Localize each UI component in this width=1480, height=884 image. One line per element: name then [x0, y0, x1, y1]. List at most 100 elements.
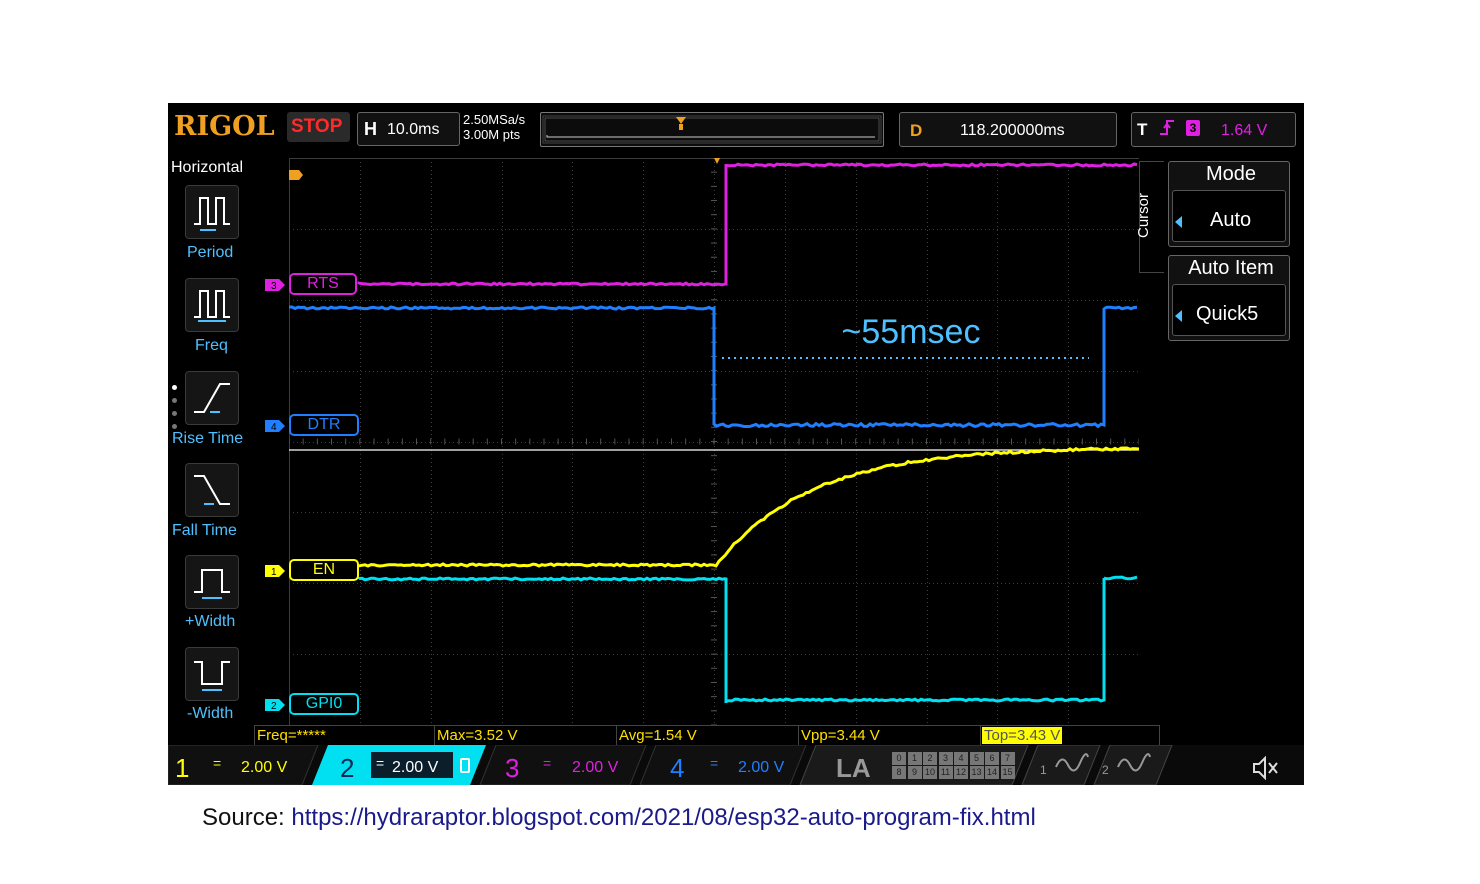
period-button[interactable]: [185, 185, 239, 239]
ch4-coupling: =: [710, 755, 718, 771]
ch1-scale[interactable]: 2.00 V: [241, 759, 287, 777]
la-channel-cell: 9: [908, 766, 922, 779]
sine-wave-icon[interactable]: [1114, 751, 1154, 779]
memory-depth: 3.00M pts: [463, 127, 525, 142]
ch4-marker: 4: [265, 418, 289, 439]
duration-annotation: ~55msec: [842, 313, 981, 351]
svg-text:1: 1: [271, 567, 277, 578]
en-channel-label[interactable]: EN: [289, 559, 359, 581]
trigger-channel-badge: 3: [1186, 120, 1200, 136]
ch3-number[interactable]: 3: [505, 753, 519, 784]
period-label: Period: [187, 244, 233, 262]
fall-time-label: Fall Time: [172, 522, 237, 540]
source-link[interactable]: https://hydraraptor.blogspot.com/2021/08…: [291, 804, 1035, 831]
ch4-scale[interactable]: 2.00 V: [738, 759, 784, 777]
ch2-coupling: =: [376, 755, 384, 771]
en-trace: [359, 448, 1139, 566]
freq-label: Freq: [195, 337, 228, 355]
logic-analyzer-label[interactable]: LA: [836, 753, 871, 784]
trigger-letter: T: [1137, 120, 1147, 140]
svg-text:2: 2: [271, 701, 277, 712]
bandwidth-limit-icon: [460, 758, 470, 773]
sample-rate: 2.50MSa/s: [463, 112, 525, 127]
la-channel-cell: 12: [954, 766, 968, 779]
source-citation: Source: https://hydraraptor.blogspot.com…: [202, 804, 1036, 832]
la-channel-cell: 1: [908, 752, 922, 765]
rise-time-icon: [186, 372, 238, 424]
mode-value: Auto: [1210, 209, 1251, 232]
period-icon: [186, 186, 238, 238]
page-indicator-dot: [172, 398, 177, 403]
speaker-mute-icon[interactable]: [1251, 755, 1281, 781]
la-channel-cell: 6: [985, 752, 999, 765]
max-measurement: Max=3.52 V: [434, 725, 616, 745]
trigger-level-marker: [289, 170, 303, 180]
overview-waveform-icon: [541, 113, 883, 146]
pos-width-button[interactable]: [185, 555, 239, 609]
trigger-box[interactable]: [1131, 112, 1296, 147]
gen1-number: 1: [1040, 763, 1047, 777]
delay-value: 118.200000ms: [960, 122, 1065, 140]
ch3-scale[interactable]: 2.00 V: [572, 759, 618, 777]
rise-time-button[interactable]: [185, 371, 239, 425]
la-channel-cell: 10: [923, 766, 937, 779]
gen2-number: 2: [1102, 763, 1109, 777]
fall-time-button[interactable]: [185, 463, 239, 517]
mode-title: Mode: [1170, 163, 1292, 186]
la-channel-cell: 8: [892, 766, 906, 779]
waveform-grid[interactable]: ~55msec: [289, 158, 1139, 725]
la-channel-cell: 13: [970, 766, 984, 779]
run-state-text: STOP: [291, 116, 342, 138]
ch4-number[interactable]: 4: [670, 753, 684, 784]
ch1-coupling: =: [213, 755, 221, 771]
trigger-level: 1.64 V: [1221, 122, 1267, 140]
la-channel-grid: 0 1 2 3 4 5 6 7 8 9 10 11 12 13 14 15: [892, 752, 1016, 780]
top-measurement: Top=3.43 V: [982, 727, 1062, 744]
sine-wave-icon[interactable]: [1052, 751, 1092, 779]
auto-item-title: Auto Item: [1170, 257, 1292, 280]
brand-logo: RIGOL: [174, 111, 275, 142]
neg-width-icon: [186, 648, 238, 700]
gpio-channel-label[interactable]: GPI0: [289, 693, 359, 715]
oscilloscope-screen: RIGOL STOP H 10.0ms 2.50MSa/s 3.00M pts …: [168, 103, 1304, 785]
la-channel-cell: 3: [939, 752, 953, 765]
rising-edge-icon: [1158, 118, 1176, 143]
neg-width-label: -Width: [187, 705, 233, 723]
pos-width-label: +Width: [185, 613, 235, 631]
la-channel-cell: 2: [923, 752, 937, 765]
dtr-channel-label[interactable]: DTR: [289, 414, 359, 436]
svg-text:4: 4: [271, 422, 277, 433]
horizontal-scale-value: 10.0ms: [387, 121, 439, 139]
freq-measurement: Freq=*****: [254, 725, 434, 745]
source-prefix: Source:: [202, 804, 291, 831]
pos-width-icon: [186, 556, 238, 608]
trigger-time-marker: [714, 158, 720, 164]
gpio-trace: [359, 577, 1137, 703]
la-channel-cell: 0: [892, 752, 906, 765]
la-channel-cell: 15: [1001, 766, 1015, 779]
auto-item-arrow-icon: [1175, 310, 1182, 322]
ch1-number[interactable]: 1: [175, 753, 189, 784]
mode-arrow-icon: [1175, 216, 1182, 228]
horizontal-letter: H: [364, 119, 377, 140]
ch1-marker: 1: [265, 563, 289, 584]
acquisition-info: 2.50MSa/s 3.00M pts: [463, 112, 525, 142]
freq-button[interactable]: [185, 278, 239, 332]
rts-trace: [359, 164, 1137, 285]
dtr-trace: [289, 307, 1137, 427]
freq-icon: [186, 279, 238, 331]
waveform-overview[interactable]: [540, 112, 884, 147]
la-channel-cell: 5: [970, 752, 984, 765]
neg-width-button[interactable]: [185, 647, 239, 701]
la-channel-cell: 11: [939, 766, 953, 779]
cursor-menu-label: Cursor: [1135, 193, 1152, 238]
rts-channel-label[interactable]: RTS: [289, 273, 357, 295]
page-indicator-dot: [172, 424, 177, 429]
ch2-scale[interactable]: 2.00 V: [392, 759, 438, 777]
menu-title: Horizontal: [171, 159, 243, 177]
ch3-coupling: =: [543, 755, 551, 771]
vpp-measurement: Vpp=3.44 V: [798, 725, 980, 745]
ch2-number[interactable]: 2: [340, 753, 354, 784]
svg-text:3: 3: [271, 281, 277, 292]
la-channel-cell: 14: [985, 766, 999, 779]
